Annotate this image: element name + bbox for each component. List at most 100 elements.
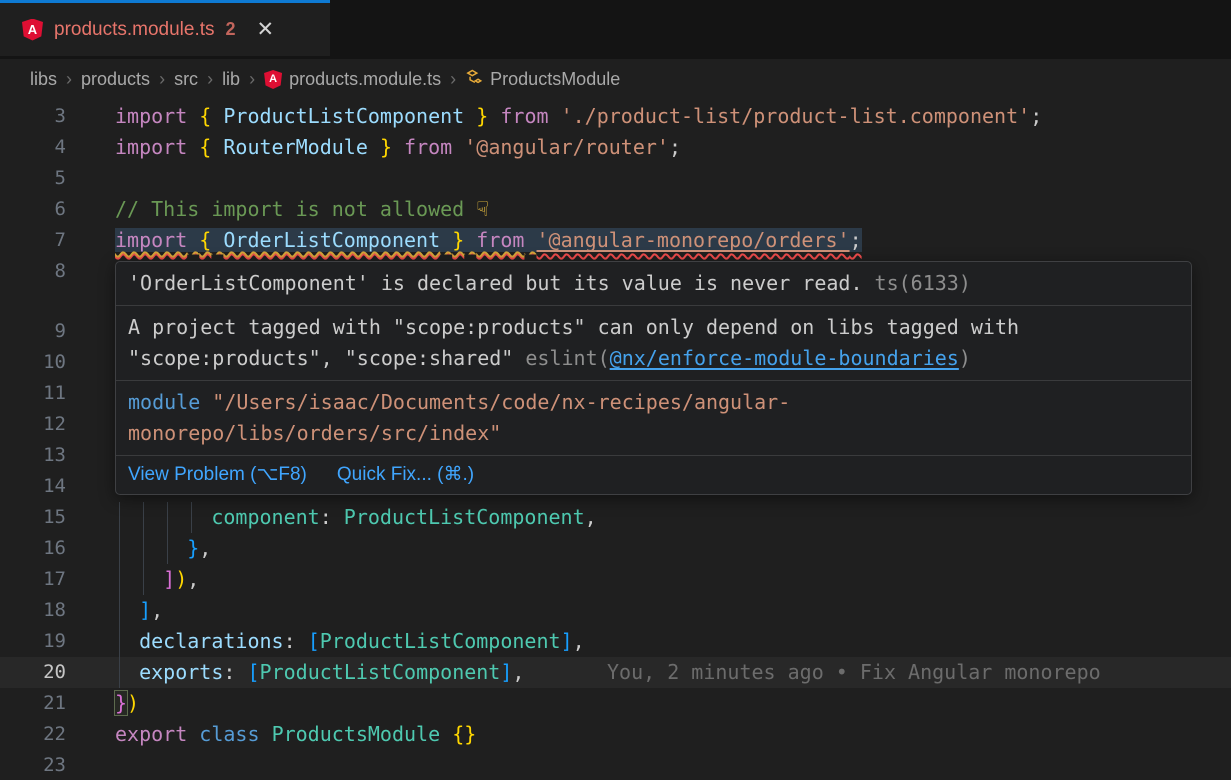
code-token: [115, 536, 187, 560]
code-line-19[interactable]: declarations: [ProductListComponent],: [115, 626, 1231, 657]
code-token: [211, 135, 223, 159]
line-number-11[interactable]: 11: [0, 378, 66, 409]
code-token: import: [115, 104, 187, 128]
code-token: ;: [669, 135, 681, 159]
code-line-5[interactable]: [115, 163, 1231, 194]
indent-guide: [119, 595, 120, 626]
line-number-9[interactable]: 9: [0, 316, 66, 347]
hover-section-eslint-error: A project tagged with "scope:products" c…: [116, 305, 1191, 380]
code-token: ,: [187, 567, 199, 591]
line-number-20[interactable]: 20: [0, 657, 66, 688]
line-number-6[interactable]: 6: [0, 194, 66, 225]
code-line-4[interactable]: import { RouterModule } from '@angular/r…: [115, 132, 1231, 163]
quick-fix-action[interactable]: Quick Fix... (⌘.): [337, 463, 474, 487]
indent-guide: [167, 533, 168, 564]
line-number-4[interactable]: 4: [0, 132, 66, 163]
code-line-23[interactable]: [115, 750, 1231, 780]
hover-text-segment: A project tagged with "scope:products" c…: [128, 315, 1019, 339]
indent-guide: [119, 657, 120, 688]
line-number-7[interactable]: 7: [0, 225, 66, 256]
indent-guide: [167, 502, 168, 533]
code-token: ]: [163, 567, 175, 591]
line-number-15[interactable]: 15: [0, 502, 66, 533]
indent-guide: [119, 502, 120, 533]
code-token: ProductsModule: [272, 722, 441, 746]
code-line-6[interactable]: // This import is not allowed ☟: [115, 194, 1231, 225]
code-token: [211, 228, 223, 252]
code-token: }: [115, 691, 127, 715]
hover-message-line: A project tagged with "scope:products" c…: [128, 312, 1179, 343]
code-token: [464, 228, 476, 252]
code-token: ProductListComponent: [223, 104, 464, 128]
nx-rule-link[interactable]: @nx/enforce-module-boundaries: [610, 346, 959, 370]
code-token: ]: [500, 660, 512, 684]
code-token: [187, 104, 199, 128]
code-token: ]: [561, 629, 573, 653]
code-line-7[interactable]: import { OrderListComponent } from '@ang…: [115, 225, 1231, 256]
code-token: [524, 228, 536, 252]
code-token: import: [115, 135, 187, 159]
code-token: [211, 104, 223, 128]
hover-message-line: "scope:products", "scope:shared" eslint(…: [128, 343, 1179, 374]
code-token: [: [308, 629, 320, 653]
code-line-17[interactable]: ]),: [115, 564, 1231, 595]
code-token: [115, 567, 163, 591]
code-token: ]: [139, 598, 151, 622]
code-line-15[interactable]: component: ProductListComponent,: [115, 502, 1231, 533]
line-number-17[interactable]: 17: [0, 564, 66, 595]
code-token: from: [476, 228, 524, 252]
hover-text-segment: ts(6133): [863, 271, 971, 295]
line-number-21[interactable]: 21: [0, 688, 66, 719]
code-token: }: [187, 536, 199, 560]
line-number-12[interactable]: 12: [0, 409, 66, 440]
code-token: [187, 135, 199, 159]
code-token: OrderListComponent: [223, 228, 440, 252]
code-token: component: [211, 505, 319, 529]
hover-text-segment: "scope:products", "scope:shared": [128, 346, 525, 370]
code-token: [464, 104, 476, 128]
hover-text-segment: eslint(: [525, 346, 609, 370]
code-token: [260, 722, 272, 746]
indent-guide: [143, 533, 144, 564]
line-number-5[interactable]: 5: [0, 163, 66, 194]
code-token: ProductListComponent: [260, 660, 501, 684]
line-number-8[interactable]: 8: [0, 256, 66, 287]
code-token: :: [223, 660, 247, 684]
code-token: ,: [512, 660, 524, 684]
git-blame-annotation: You, 2 minutes ago • Fix Angular monorep…: [607, 657, 1101, 688]
indent-guide: [143, 564, 144, 595]
code-token: [187, 228, 199, 252]
code-token: '@angular/router': [464, 135, 669, 159]
code-token: export: [115, 722, 187, 746]
code-token: ): [127, 691, 139, 715]
hover-message-line: monorepo/libs/orders/src/index": [128, 418, 1179, 449]
code-token: [187, 722, 199, 746]
code-token: :: [284, 629, 308, 653]
line-number-3[interactable]: 3: [0, 101, 66, 132]
code-token: class: [199, 722, 259, 746]
line-number-13[interactable]: 13: [0, 440, 66, 471]
code-line-22[interactable]: export class ProductsModule {}: [115, 719, 1231, 750]
line-number-23[interactable]: 23: [0, 750, 66, 780]
code-token: [392, 135, 404, 159]
code-token: RouterModule: [223, 135, 368, 159]
code-line-18[interactable]: ],: [115, 595, 1231, 626]
line-number-16[interactable]: 16: [0, 533, 66, 564]
indent-guide: [119, 626, 120, 657]
code-line-16[interactable]: },: [115, 533, 1231, 564]
indent-guide: [191, 502, 192, 533]
line-number-18[interactable]: 18: [0, 595, 66, 626]
line-number-22[interactable]: 22: [0, 719, 66, 750]
code-token: {: [199, 228, 211, 252]
code-line-21[interactable]: }): [115, 688, 1231, 719]
line-number-14[interactable]: 14: [0, 471, 66, 502]
code-token: [368, 135, 380, 159]
line-number-19[interactable]: 19: [0, 626, 66, 657]
code-line-20[interactable]: exports: [ProductListComponent],You, 2 m…: [115, 657, 1231, 688]
line-number-10[interactable]: 10: [0, 347, 66, 378]
view-problem-action[interactable]: View Problem (⌥F8): [128, 463, 307, 487]
code-token: }: [476, 104, 488, 128]
code-token: {: [199, 135, 211, 159]
hover-section-module-info: module "/Users/isaac/Documents/code/nx-r…: [116, 380, 1191, 455]
code-line-3[interactable]: import { ProductListComponent } from './…: [115, 101, 1231, 132]
